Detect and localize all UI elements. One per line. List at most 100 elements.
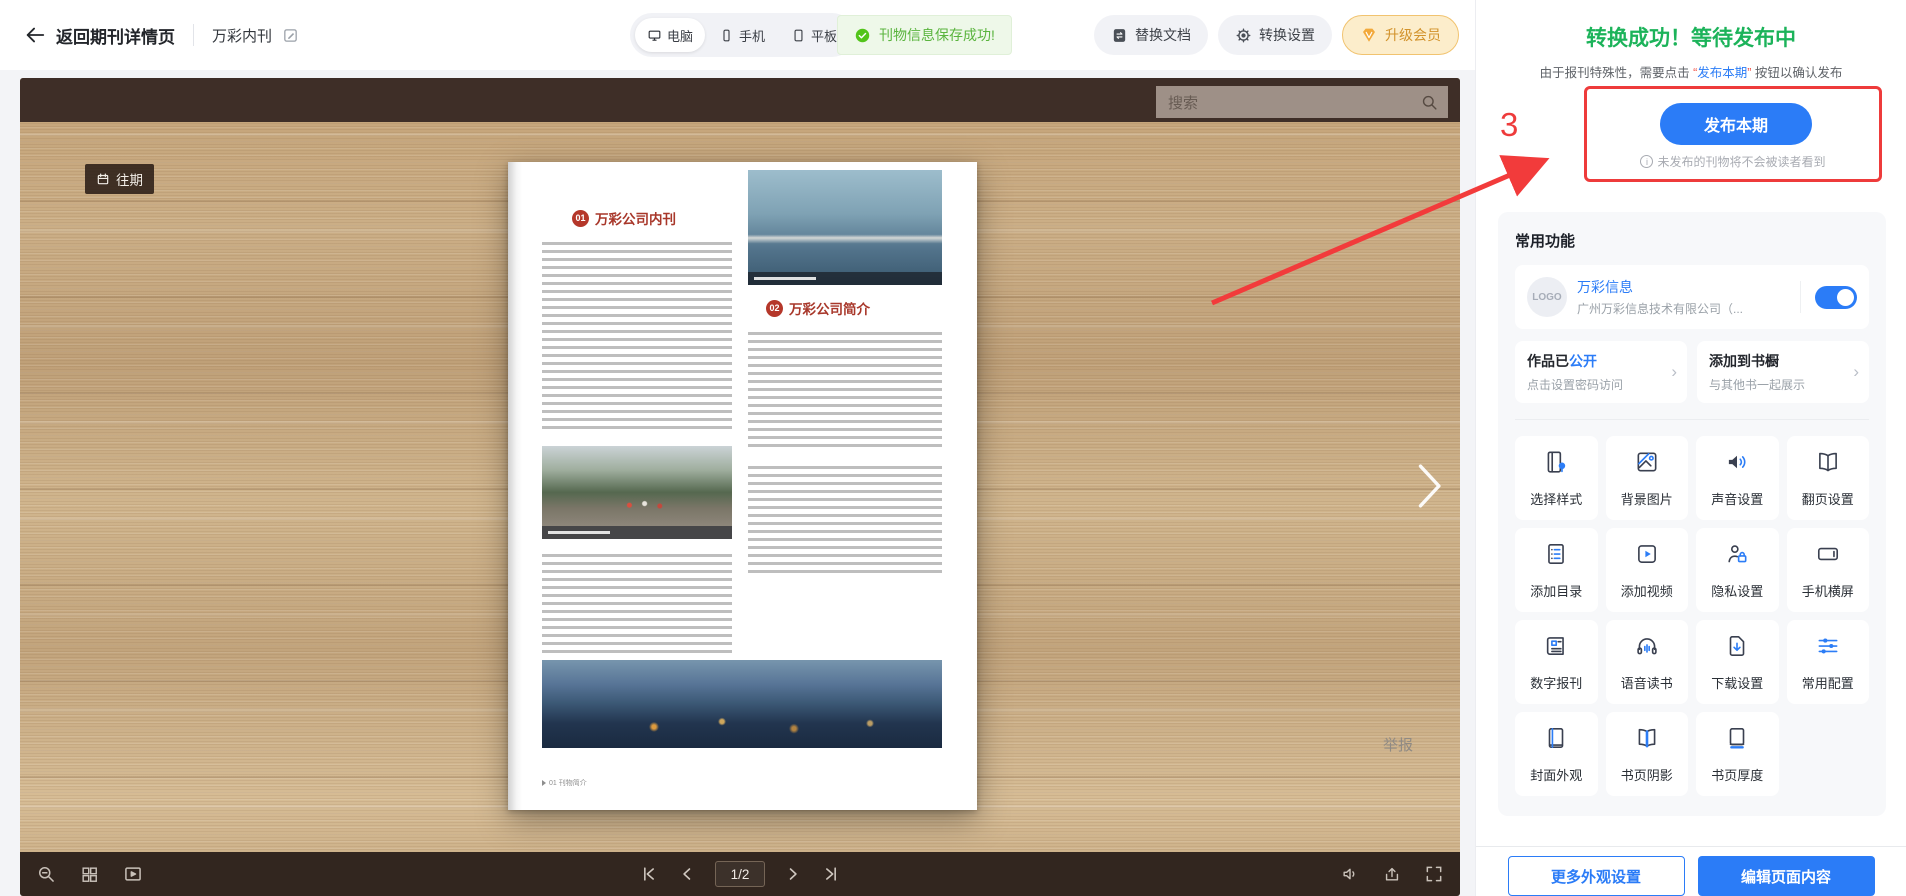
feature-label: 语音读书 bbox=[1621, 673, 1673, 692]
feature-label: 下载设置 bbox=[1711, 673, 1763, 692]
toc-icon bbox=[1543, 541, 1569, 572]
feature-label: 书页阴影 bbox=[1621, 765, 1673, 784]
magazine-text-block bbox=[542, 554, 732, 654]
feature-label: 封面外观 bbox=[1530, 765, 1582, 784]
feature-tile-newspaper[interactable]: 数字报刊 bbox=[1515, 620, 1598, 704]
feature-label: 隐私设置 bbox=[1711, 581, 1763, 600]
common-functions-section: 常用功能 LOGO 万彩信息 广州万彩信息技术有限公司（... 作品已公开 点击… bbox=[1498, 212, 1886, 816]
audiobook-icon bbox=[1634, 633, 1660, 664]
panel-bottom-divider bbox=[1476, 846, 1906, 847]
device-toggle: 电脑 手机 平板 bbox=[630, 13, 854, 57]
feature-tile-landscape[interactable]: 手机横屏 bbox=[1787, 528, 1870, 612]
feature-tile-toc[interactable]: 添加目录 bbox=[1515, 528, 1598, 612]
feature-tile-config[interactable]: 常用配置 bbox=[1787, 620, 1870, 704]
last-page-icon[interactable] bbox=[821, 864, 841, 884]
video-icon bbox=[1634, 541, 1660, 572]
edit-icon[interactable] bbox=[282, 27, 299, 44]
feature-tile-style[interactable]: 选择样式 bbox=[1515, 436, 1598, 520]
gear-icon bbox=[1235, 27, 1252, 44]
feature-tile-page-shadow[interactable]: 书页阴影 bbox=[1606, 712, 1689, 796]
logo-company-name: 万彩信息 bbox=[1577, 277, 1786, 297]
next-page-icon[interactable] bbox=[783, 864, 803, 884]
feature-label: 常用配置 bbox=[1802, 673, 1854, 692]
feature-tile-sound[interactable]: 声音设置 bbox=[1696, 436, 1779, 520]
convert-settings-button[interactable]: 转换设置 bbox=[1218, 15, 1332, 55]
prev-page-icon[interactable] bbox=[677, 864, 697, 884]
top-header: 返回期刊详情页 万彩内刊 电脑 手机 平板 刊物信息保存成功! bbox=[0, 0, 1475, 70]
publish-issue-link[interactable]: 发布本期 bbox=[1697, 66, 1747, 80]
device-phone-tab[interactable]: 手机 bbox=[707, 18, 777, 52]
section2-title: 万彩公司简介 bbox=[789, 298, 870, 318]
settings-panel: 转换成功！等待发布中 由于报刊特殊性，需要点击 “发布本期” 按钮以确认发布 3… bbox=[1475, 0, 1906, 896]
vertical-divider bbox=[1800, 281, 1801, 313]
calendar-icon bbox=[96, 172, 110, 186]
section2-header: 02 万彩公司简介 bbox=[766, 298, 870, 318]
feature-grid: 选择样式 背景图片声音设置翻页设置添加目录 添加视频隐私设置 手机横屏数字报刊语音读书… bbox=[1515, 436, 1869, 796]
magazine-photo-city bbox=[748, 170, 942, 285]
feature-tile-video[interactable]: 添加视频 bbox=[1606, 528, 1689, 612]
feature-label: 添加目录 bbox=[1530, 581, 1582, 600]
section1-badge: 01 bbox=[572, 210, 589, 227]
back-link[interactable]: 返回期刊详情页 bbox=[56, 23, 175, 48]
magazine-caption-bar bbox=[542, 526, 732, 539]
upgrade-member-button[interactable]: 升级会员 bbox=[1342, 15, 1459, 55]
app-root: 返回期刊详情页 万彩内刊 电脑 手机 平板 刊物信息保存成功! bbox=[0, 0, 1906, 896]
feature-tile-audiobook[interactable]: 语音读书 bbox=[1606, 620, 1689, 704]
visibility-card[interactable]: 作品已公开 点击设置密码访问 › bbox=[1515, 341, 1687, 403]
more-appearance-button[interactable]: 更多外观设置 bbox=[1508, 856, 1685, 896]
edit-page-content-button[interactable]: 编辑页面内容 bbox=[1698, 856, 1875, 896]
feature-label: 翻页设置 bbox=[1802, 489, 1854, 508]
landscape-icon bbox=[1815, 541, 1841, 572]
feature-label: 选择样式 bbox=[1530, 489, 1582, 508]
page-shadow-icon bbox=[1634, 725, 1660, 756]
page-flip-icon bbox=[1815, 449, 1841, 480]
magazine-photo-road bbox=[542, 446, 732, 526]
past-issues-button[interactable]: 往期 bbox=[85, 164, 154, 194]
feature-tile-download[interactable]: 下载设置 bbox=[1696, 620, 1779, 704]
section-divider bbox=[1515, 419, 1869, 420]
privacy-icon bbox=[1724, 541, 1750, 572]
sound-icon bbox=[1724, 449, 1750, 480]
report-link[interactable]: 举报 bbox=[1383, 734, 1413, 755]
document-swap-icon bbox=[1111, 27, 1128, 44]
feature-tile-cover[interactable]: 封面外观 bbox=[1515, 712, 1598, 796]
magazine-caption-bar bbox=[748, 272, 942, 285]
sound-toggle-icon[interactable] bbox=[1340, 864, 1360, 884]
first-page-icon[interactable] bbox=[639, 864, 659, 884]
bookshelf-card[interactable]: 添加到书橱 与其他书一起展示 › bbox=[1697, 341, 1869, 403]
magazine-page: 01 万彩公司内刊 02 万彩公司简介 01 刊物简介 bbox=[508, 162, 977, 810]
back-arrow-icon[interactable] bbox=[24, 24, 46, 46]
newspaper-icon bbox=[1543, 633, 1569, 664]
replace-document-button[interactable]: 替换文档 bbox=[1094, 15, 1208, 55]
feature-tile-page-thickness[interactable]: 书页厚度 bbox=[1696, 712, 1779, 796]
feature-tile-page-flip[interactable]: 翻页设置 bbox=[1787, 436, 1870, 520]
publish-status-title: 转换成功！等待发布中 bbox=[1476, 22, 1906, 52]
magazine-photo-night-city bbox=[542, 660, 942, 748]
feature-label: 手机横屏 bbox=[1802, 581, 1854, 600]
background-image-icon bbox=[1634, 449, 1660, 480]
search-icon[interactable] bbox=[1420, 93, 1439, 112]
journal-title: 万彩内刊 bbox=[212, 25, 272, 46]
feature-tile-privacy[interactable]: 隐私设置 bbox=[1696, 528, 1779, 612]
magazine-text-block bbox=[748, 332, 942, 452]
search-input[interactable]: 搜索 bbox=[1156, 86, 1448, 118]
feature-label: 书页厚度 bbox=[1711, 765, 1763, 784]
share-icon[interactable] bbox=[1382, 864, 1402, 884]
header-divider bbox=[193, 24, 194, 46]
save-success-toast: 刊物信息保存成功! bbox=[837, 15, 1012, 55]
section1-title: 万彩公司内刊 bbox=[595, 208, 676, 228]
search-placeholder: 搜索 bbox=[1156, 92, 1420, 113]
viewer-topbar: 搜索 bbox=[20, 78, 1460, 122]
next-page-chevron[interactable] bbox=[1412, 460, 1446, 512]
flipbook-canvas: 搜索 往期 01 万彩公司内刊 02 万彩公司简介 bbox=[20, 78, 1460, 896]
fullscreen-icon[interactable] bbox=[1424, 864, 1444, 884]
page-indicator-input[interactable]: 1/2 bbox=[715, 861, 765, 887]
section2-badge: 02 bbox=[766, 300, 783, 317]
logo-watermark-toggle[interactable] bbox=[1815, 286, 1857, 309]
info-icon: i bbox=[1640, 155, 1653, 168]
publish-issue-button[interactable]: 发布本期 bbox=[1660, 103, 1812, 145]
device-pc-tab[interactable]: 电脑 bbox=[635, 18, 705, 52]
logo-watermark-card: LOGO 万彩信息 广州万彩信息技术有限公司（... bbox=[1515, 265, 1869, 329]
tablet-icon bbox=[791, 28, 806, 43]
feature-tile-background-image[interactable]: 背景图片 bbox=[1606, 436, 1689, 520]
